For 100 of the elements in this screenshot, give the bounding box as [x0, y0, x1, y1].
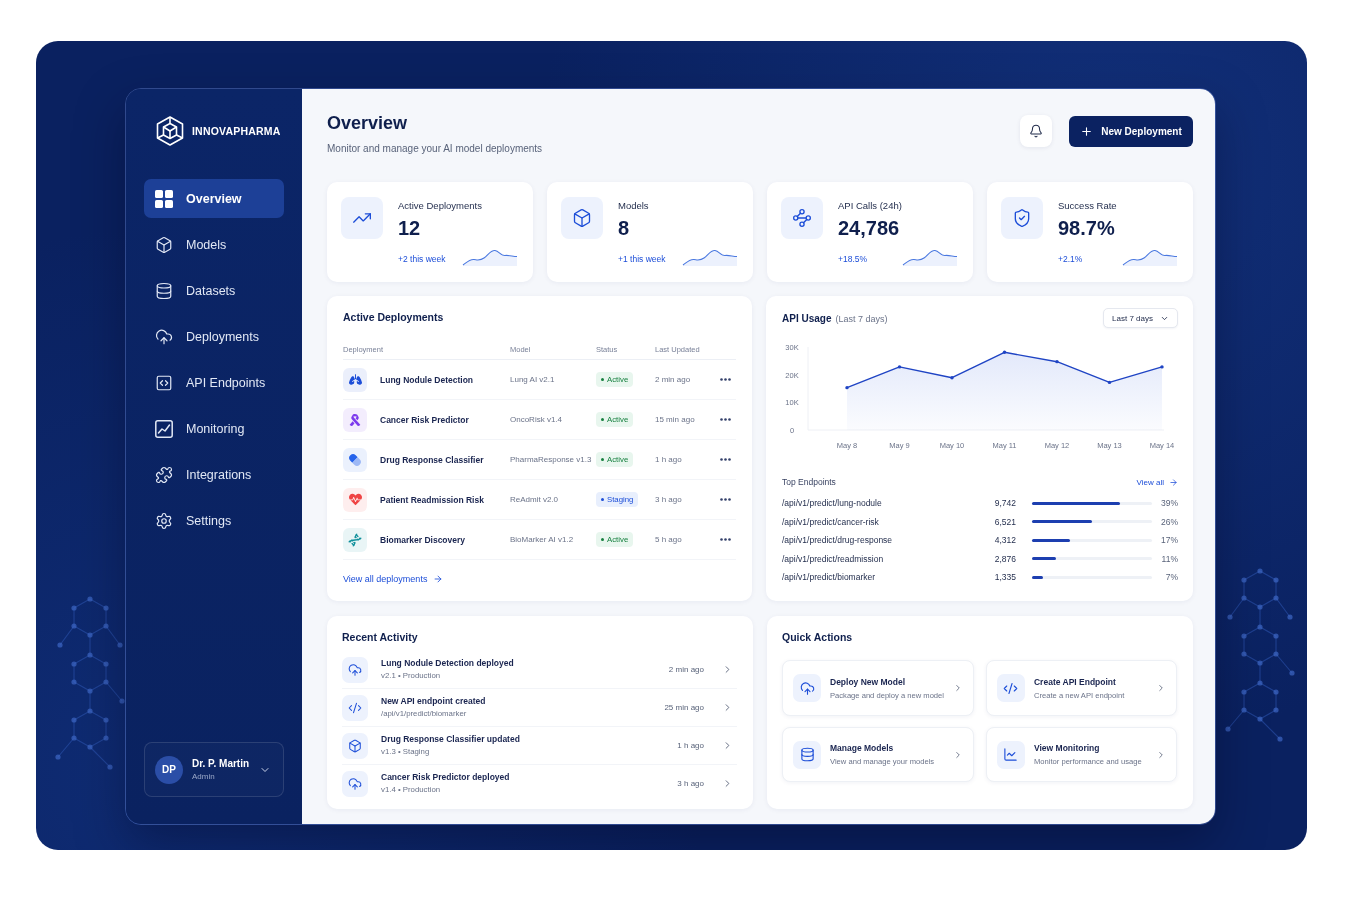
more-icon[interactable]	[719, 418, 731, 421]
bell-icon	[1029, 124, 1043, 138]
endpoint-share: 7%	[1164, 572, 1178, 583]
nav-item[interactable]: Settings	[144, 501, 284, 540]
view-all-link[interactable]: View all	[1136, 477, 1178, 487]
nav-item[interactable]: Integrations	[144, 455, 284, 494]
sparkline	[682, 248, 738, 266]
nav-item[interactable]: Monitoring	[144, 409, 284, 448]
sparkline	[462, 248, 518, 266]
database-icon	[155, 281, 173, 300]
section-title: Top Endpoints	[782, 477, 836, 487]
deployment-name[interactable]: Patient Readmission Risk	[380, 494, 484, 505]
cube-icon	[561, 197, 603, 239]
shield-check-icon	[1001, 197, 1043, 239]
nav-item[interactable]: API Endpoints	[144, 363, 284, 402]
stat-value: 24,786	[838, 216, 901, 240]
activity-time: 1 h ago	[677, 741, 704, 750]
stat-change: +2.1%	[1058, 253, 1083, 266]
endpoint-path: /api/v1/predict/drug-response	[782, 535, 894, 546]
activity-time: 3 h ago	[677, 779, 704, 788]
endpoint-path: /api/v1/predict/readmission	[782, 553, 885, 564]
panel-title: API Usage	[782, 312, 832, 324]
panel-title: Quick Actions	[782, 630, 854, 644]
status-dot-icon	[601, 418, 604, 421]
stat-value: 12	[398, 216, 422, 240]
chevron-right-icon	[1156, 683, 1166, 693]
status-dot-icon	[601, 498, 604, 501]
endpoint-count: 6,521	[993, 516, 1016, 527]
more-icon[interactable]	[719, 498, 731, 501]
model-cell-text: BioMarker AI v1.2	[510, 535, 575, 544]
endpoint-share: 17%	[1160, 535, 1178, 546]
cloud-upload-icon	[155, 327, 173, 346]
model-cell-text: OncoRisk v1.4	[510, 415, 564, 424]
model-cell-text: PharmaResponse v1.3	[510, 455, 593, 464]
updated-cell-text: 3 h ago	[655, 495, 683, 504]
deployment-name[interactable]: Biomarker Discovery	[380, 534, 466, 545]
sparkline	[1122, 248, 1178, 266]
line-chart-icon	[997, 740, 1025, 769]
code-icon	[997, 674, 1025, 702]
endpoint-count: 2,876	[993, 553, 1016, 564]
data-point	[1055, 359, 1059, 364]
deployment-name[interactable]: Drug Response Classifier	[380, 454, 484, 465]
updated-cell-text: 1 h ago	[655, 455, 683, 464]
user-name: Dr. P. Martin	[192, 758, 250, 769]
stat-label: Success Rate	[1058, 199, 1118, 212]
cube-icon	[342, 732, 368, 759]
endpoint-count: 1,335	[993, 572, 1016, 583]
hexagon-logo-icon	[156, 116, 184, 146]
endpoint-share: 11%	[1160, 553, 1178, 564]
stat-label: API Calls (24h)	[838, 199, 903, 212]
endpoint-share: 39%	[1160, 498, 1178, 509]
view-all-link[interactable]: View all deployments	[343, 574, 444, 584]
activity-title: New API endpoint created	[381, 696, 487, 707]
data-point	[1002, 350, 1007, 354]
notifications-button[interactable]	[1020, 115, 1052, 147]
endpoint-path: /api/v1/predict/lung-nodule	[782, 498, 883, 509]
stat-change: +1 this week	[618, 253, 666, 266]
arrow-right-icon	[433, 574, 444, 584]
puzzle-icon	[155, 465, 173, 484]
cloud-upload-icon	[793, 674, 821, 702]
stat-label: Active Deployments	[398, 199, 483, 212]
nav-item[interactable]: Overview	[144, 179, 284, 218]
page-subtitle: Monitor and manage your AI model deployments	[327, 142, 543, 156]
nodes-icon	[781, 197, 823, 239]
page-title: Overview	[327, 112, 409, 134]
cloud-upload-icon	[342, 656, 368, 683]
endpoint-count: 4,312	[993, 535, 1016, 546]
chevron-right-icon	[953, 683, 963, 693]
model-cell-text: ReAdmit v2.0	[510, 495, 560, 504]
data-point	[845, 385, 849, 390]
code-icon	[155, 373, 173, 392]
nav-item[interactable]: Models	[144, 225, 284, 264]
nav-item[interactable]: Datasets	[144, 271, 284, 310]
activity-title: Lung Nodule Detection deployed	[381, 658, 515, 669]
more-icon[interactable]	[719, 458, 731, 461]
status-dot-icon	[601, 458, 604, 461]
user-role: Admin	[192, 772, 216, 781]
endpoint-count: 9,742	[993, 498, 1016, 509]
grid-icon	[155, 189, 173, 208]
updated-cell-text: 15 min ago	[655, 415, 696, 424]
deployment-name[interactable]: Cancer Risk Predictor	[380, 414, 469, 425]
trend-up-icon	[341, 197, 383, 239]
panel-title: Recent Activity	[342, 630, 419, 644]
deployment-name[interactable]: Lung Nodule Detection	[380, 374, 474, 385]
stat-value: 8	[618, 216, 631, 240]
status-dot-icon	[601, 538, 604, 541]
more-icon[interactable]	[719, 378, 731, 381]
panel-subtitle: (Last 7 days)	[835, 313, 888, 324]
activity-time: 2 min ago	[668, 665, 704, 674]
nav-item[interactable]: Deployments	[144, 317, 284, 356]
status-dot-icon	[601, 378, 604, 381]
more-icon[interactable]	[719, 538, 731, 541]
range-dropdown[interactable]: Last 7 days	[1103, 308, 1178, 328]
data-point	[897, 365, 902, 369]
brand-name: INNOVAPHARMA	[192, 125, 281, 137]
line-chart-icon	[155, 419, 173, 438]
data-point	[950, 376, 954, 380]
activity-title: Drug Response Classifier updated	[381, 734, 521, 745]
cloud-upload-icon	[342, 770, 368, 797]
new-deployment-button[interactable]: New Deployment	[1069, 115, 1193, 147]
